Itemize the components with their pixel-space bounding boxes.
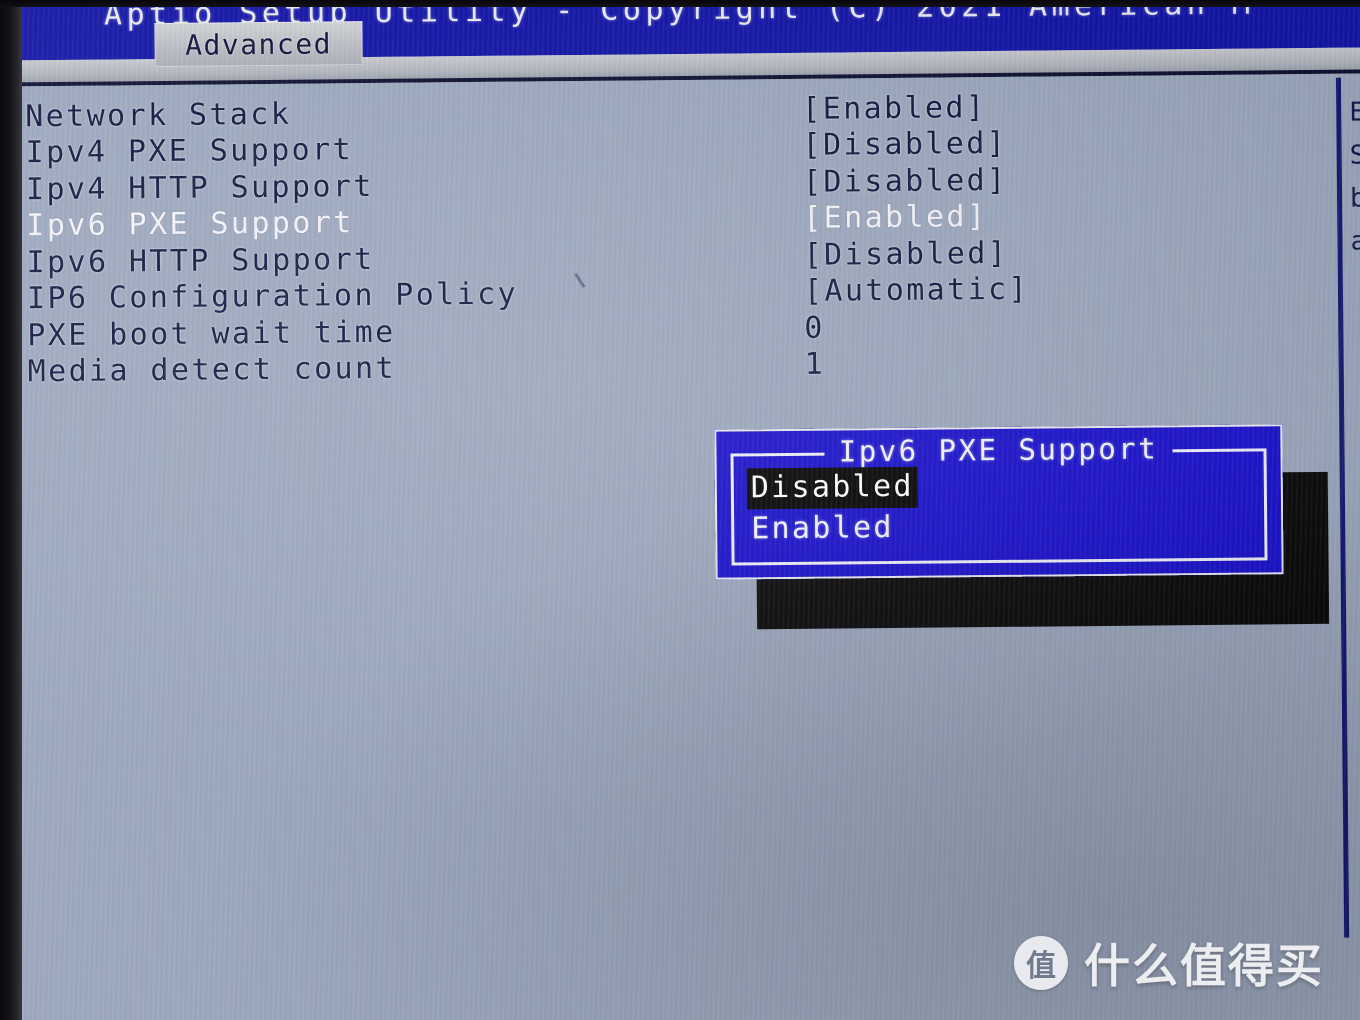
dialog-option-row[interactable]: Enabled: [747, 505, 1246, 551]
option-label: Media detect count: [27, 351, 397, 390]
option-list: Network Stack [Enabled] Ipv4 PXE Support [D…: [0, 86, 1343, 391]
option-label: Ipv4 PXE Support: [25, 132, 354, 171]
option-value[interactable]: 1: [804, 347, 825, 382]
option-label: Network Stack: [25, 96, 292, 135]
dialog-option-row[interactable]: Disabled: [746, 464, 1246, 510]
smzdm-watermark-text: 什么值得买: [1084, 939, 1324, 993]
dialog-option-disabled[interactable]: Disabled: [746, 466, 918, 510]
smzdm-watermark: 值 什么值得买: [1014, 930, 1324, 996]
option-label: Ipv4 HTTP Support: [25, 168, 374, 208]
dialog-option-enabled[interactable]: Enabled: [747, 508, 898, 550]
option-value[interactable]: [Automatic]: [804, 272, 1029, 309]
ipv6-pxe-support-dialog[interactable]: Ipv6 PXE Support Disabled Enabled: [714, 424, 1284, 580]
dialog-inner-frame: Ipv6 PXE Support Disabled Enabled: [730, 431, 1268, 566]
option-value[interactable]: [Enabled]: [802, 90, 986, 127]
option-label: Ipv6 PXE Support: [26, 205, 354, 244]
smzdm-logo-icon: 值: [1014, 936, 1068, 990]
bios-screen: Aptio Setup Utility - Copyright (C) 2021…: [0, 0, 1360, 1020]
monitor-bezel-top: [0, 0, 1360, 7]
option-value[interactable]: [Disabled]: [803, 236, 1008, 273]
option-label: PXE boot wait time: [27, 314, 396, 354]
dialog-title-text: Ipv6 PXE Support: [824, 431, 1173, 469]
tab-advanced[interactable]: Advanced: [154, 21, 363, 68]
dialog-option-list: Disabled Enabled: [746, 464, 1246, 551]
help-panel-text: E S b a: [1349, 97, 1360, 257]
tab-advanced-label: Advanced: [184, 26, 333, 62]
option-value[interactable]: [Enabled]: [803, 199, 987, 236]
option-value[interactable]: 0: [804, 310, 825, 345]
option-value[interactable]: [Disabled]: [803, 163, 1008, 200]
option-label: Ipv6 HTTP Support: [26, 241, 375, 281]
monitor-bezel-left: [0, 0, 22, 1020]
monitor-photo: Aptio Setup Utility - Copyright (C) 2021…: [0, 0, 1360, 1020]
option-label: IP6 Configuration Policy: [26, 276, 519, 317]
option-value[interactable]: [Disabled]: [802, 126, 1007, 163]
